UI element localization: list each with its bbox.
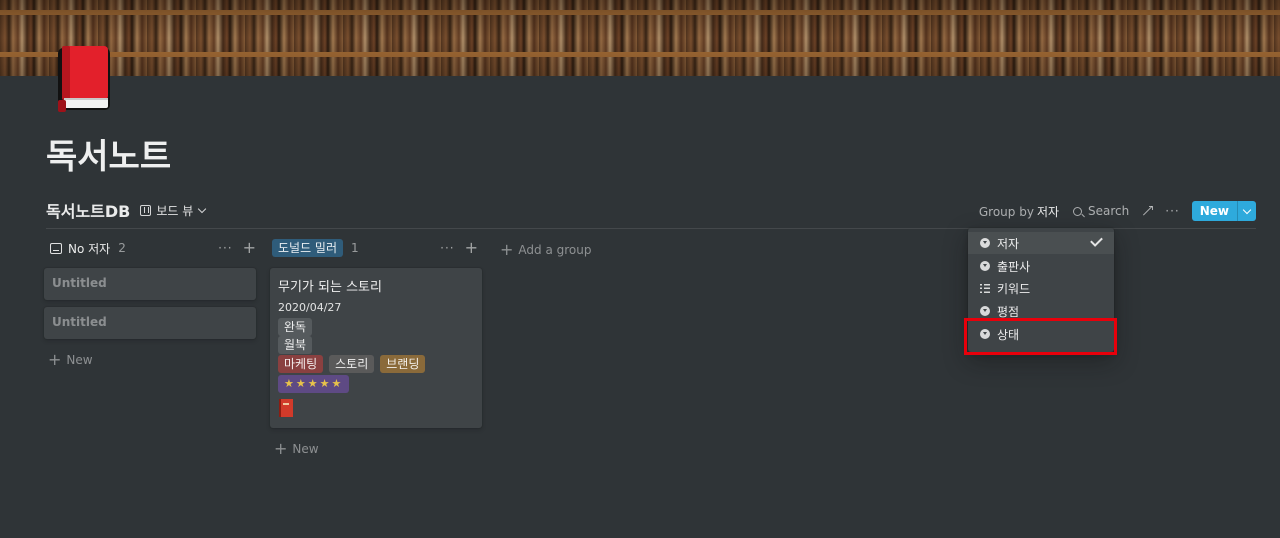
column-count: 1 [351,241,359,255]
keyword-tag: 브랜딩 [380,355,426,373]
status-tag: 월북 [278,336,313,354]
group-by-option-rating[interactable]: 평점 [968,300,1114,322]
book-icon[interactable] [54,44,114,116]
add-card-button[interactable]: + New [274,439,319,458]
group-by-menu: 저자 출판사 키워드 평점 상태 [968,228,1114,352]
option-label: 상태 [997,327,1020,342]
group-by-button[interactable]: Group by 저자 [979,203,1059,220]
column-add-button[interactable]: + [243,238,256,257]
option-label: 평점 [997,304,1020,319]
select-property-icon [980,261,990,271]
group-by-option-author[interactable]: 저자 [968,232,1114,254]
option-label: 저자 [997,236,1020,251]
board-view-icon [140,204,152,216]
board-column-header[interactable]: No 저자 2 ··· + [50,238,256,258]
select-property-icon [980,329,990,339]
open-full-page-icon[interactable] [1143,206,1154,216]
column-tag: 도널드 밀러 [272,239,344,257]
page-title[interactable]: 독서노트 [46,134,171,180]
column-add-button[interactable]: + [465,238,478,257]
group-by-option-publisher[interactable]: 출판사 [968,255,1114,277]
more-options-button[interactable]: ··· [1165,204,1179,218]
view-switcher[interactable]: 보드 뷰 [140,202,207,219]
add-card-button[interactable]: + New [48,350,93,369]
board-card[interactable]: Untitled [44,268,256,300]
column-actions: ··· + [218,238,256,257]
add-group-button[interactable]: + Add a group [500,240,591,259]
status-row: 완독 [278,318,313,336]
column-more-button[interactable]: ··· [218,241,232,255]
group-by-prefix: Group by [978,204,1034,219]
group-by-option-keyword[interactable]: 키워드 [968,277,1114,299]
board-card[interactable]: Untitled [44,307,256,339]
checkmark-icon [1090,234,1103,247]
add-card-label: New [66,352,93,367]
rating-tag: ★★★★★ [278,375,350,393]
column-count: 2 [118,241,126,255]
select-property-icon [980,238,990,248]
new-button[interactable]: New [1191,201,1256,221]
status-tag: 완독 [278,318,313,336]
add-card-label: New [292,441,319,456]
column-more-button[interactable]: ··· [440,241,454,255]
multi-select-property-icon [980,283,990,293]
plus-icon: + [500,240,514,259]
database-toolbar: Group by 저자 Search ··· New [979,200,1256,222]
plus-icon: + [48,350,62,369]
search-button[interactable]: Search [1073,204,1129,218]
rating-row: ★★★★★ [278,375,350,393]
card-title: Untitled [52,276,107,290]
option-label: 키워드 [997,281,1031,296]
add-group-label: Add a group [518,242,592,257]
card-title: 무기가 되는 스토리 [278,280,382,295]
view-label: 보드 뷰 [156,203,194,218]
chevron-down-icon [198,204,207,213]
cover-image[interactable] [0,0,1280,76]
option-label: 출판사 [997,259,1031,274]
card-title: Untitled [52,315,107,329]
keyword-tag: 마케팅 [278,355,324,373]
new-button-label: New [1199,204,1229,218]
inbox-icon [50,242,62,254]
board-card[interactable]: 무기가 되는 스토리 2020/04/27 완독 월북 마케팅 스토리 브랜딩 … [270,268,482,428]
database-title[interactable]: 독서노트DB [46,198,130,222]
keyword-tag: 스토리 [329,355,375,373]
new-dropdown-button[interactable] [1237,201,1256,221]
select-property-icon [980,306,990,316]
group-by-option-status[interactable]: 상태 [968,323,1114,345]
database-header: 독서노트DB 보드 뷰 [46,198,207,222]
search-label: Search [1088,204,1130,218]
board-column-header[interactable]: 도널드 밀러 1 ··· + [272,238,478,258]
keyword-row: 마케팅 스토리 브랜딩 [278,355,426,373]
search-icon [1073,206,1083,216]
chevron-down-icon [1242,205,1252,214]
column-label: No 저자 [68,241,111,256]
status2-row: 월북 [278,336,313,354]
card-date: 2020/04/27 [278,301,342,314]
plus-icon: + [274,439,288,458]
column-actions: ··· + [440,238,478,257]
group-by-value: 저자 [1036,204,1060,219]
book-cover-thumbnail [279,399,293,417]
